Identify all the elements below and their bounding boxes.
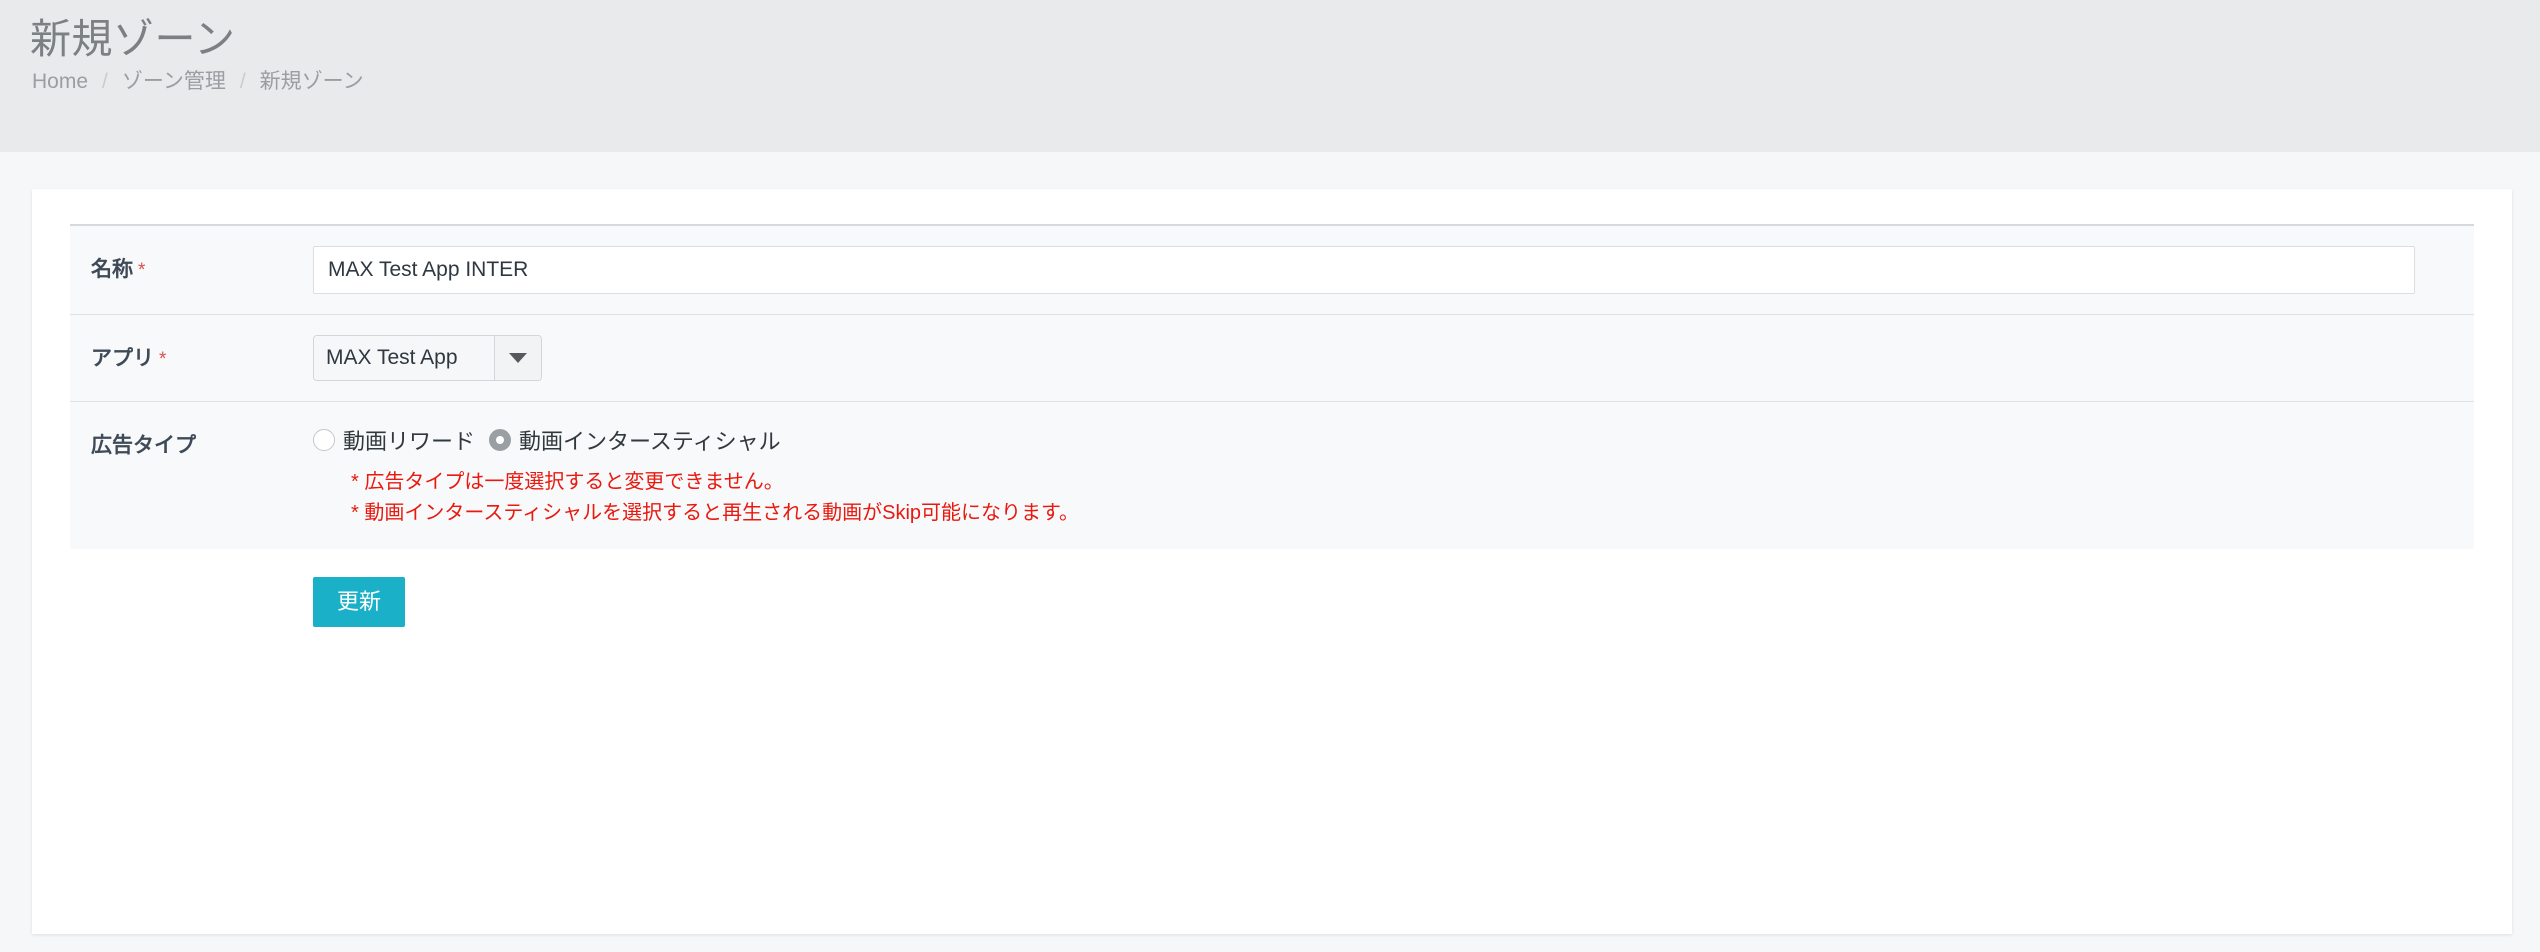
radio-label-video-reward: 動画リワード: [343, 429, 476, 454]
radio-unchecked-icon[interactable]: [313, 429, 335, 451]
page-header: 新規ゾーン Home / ゾーン管理 / 新規ゾーン: [0, 0, 2540, 152]
breadcrumb-item-new-zone: 新規ゾーン: [259, 70, 364, 94]
breadcrumb-separator: /: [239, 70, 246, 94]
submit-spacer: [70, 577, 313, 627]
zone-form-panel: 名称* アプリ* MAX Test App: [70, 224, 2474, 549]
zone-form-card: 名称* アプリ* MAX Test App: [32, 189, 2512, 934]
label-app-text: アプリ: [91, 347, 154, 370]
name-input[interactable]: [313, 246, 2415, 294]
field-app: MAX Test App: [313, 315, 2474, 401]
radio-option-video-interstitial[interactable]: 動画インタースティシャル: [489, 424, 781, 456]
ad-type-notes: * 広告タイプは一度選択すると変更できません。 * 動画インタースティシャルを選…: [313, 467, 2474, 529]
breadcrumb-separator: /: [102, 70, 108, 94]
breadcrumb: Home / ゾーン管理 / 新規ゾーン: [30, 71, 2540, 92]
app-select[interactable]: MAX Test App: [313, 335, 542, 381]
radio-option-video-reward[interactable]: 動画リワード: [313, 424, 475, 456]
form-row-ad-type: 広告タイプ 動画リワード 動画インタースティシャル * 広告タイプは一度選択する…: [70, 402, 2474, 549]
update-button[interactable]: 更新: [313, 577, 406, 627]
label-ad-type-text: 広告タイプ: [91, 434, 196, 457]
page-title: 新規ゾーン: [30, 16, 236, 62]
app-select-arrow-button[interactable]: [495, 336, 541, 380]
breadcrumb-item-home[interactable]: Home: [32, 71, 88, 92]
ad-type-radio-group: 動画リワード 動画インタースティシャル: [313, 422, 2474, 456]
content-area: 名称* アプリ* MAX Test App: [0, 152, 2540, 934]
chevron-down-icon: [509, 353, 527, 363]
note-line-1: * 広告タイプは一度選択すると変更できません。: [351, 471, 784, 493]
required-asterisk: *: [159, 349, 167, 370]
form-row-name: 名称 *: [70, 226, 2474, 315]
required-asterisk: *: [138, 260, 146, 281]
field-name: [313, 226, 2474, 314]
note-line-2: * 動画インタースティシャルを選択すると再生される動画がSkip可能になります。: [351, 502, 1080, 524]
label-app: アプリ *: [70, 315, 313, 372]
radio-label-video-interstitial: 動画インタースティシャル: [519, 429, 781, 454]
radio-checked-icon[interactable]: [489, 429, 512, 451]
field-ad-type: 動画リワード 動画インタースティシャル * 広告タイプは一度選択すると変更できま…: [313, 402, 2474, 549]
breadcrumb-item-zone-management[interactable]: ゾーン管理: [122, 71, 226, 92]
label-name-text: 名称: [91, 258, 133, 281]
app-select-value: MAX Test App: [314, 336, 495, 380]
submit-row: 更新: [70, 549, 2474, 627]
form-row-app: アプリ * MAX Test App: [70, 315, 2474, 402]
label-ad-type: 広告タイプ: [70, 402, 313, 458]
label-name: 名称 *: [70, 226, 313, 283]
